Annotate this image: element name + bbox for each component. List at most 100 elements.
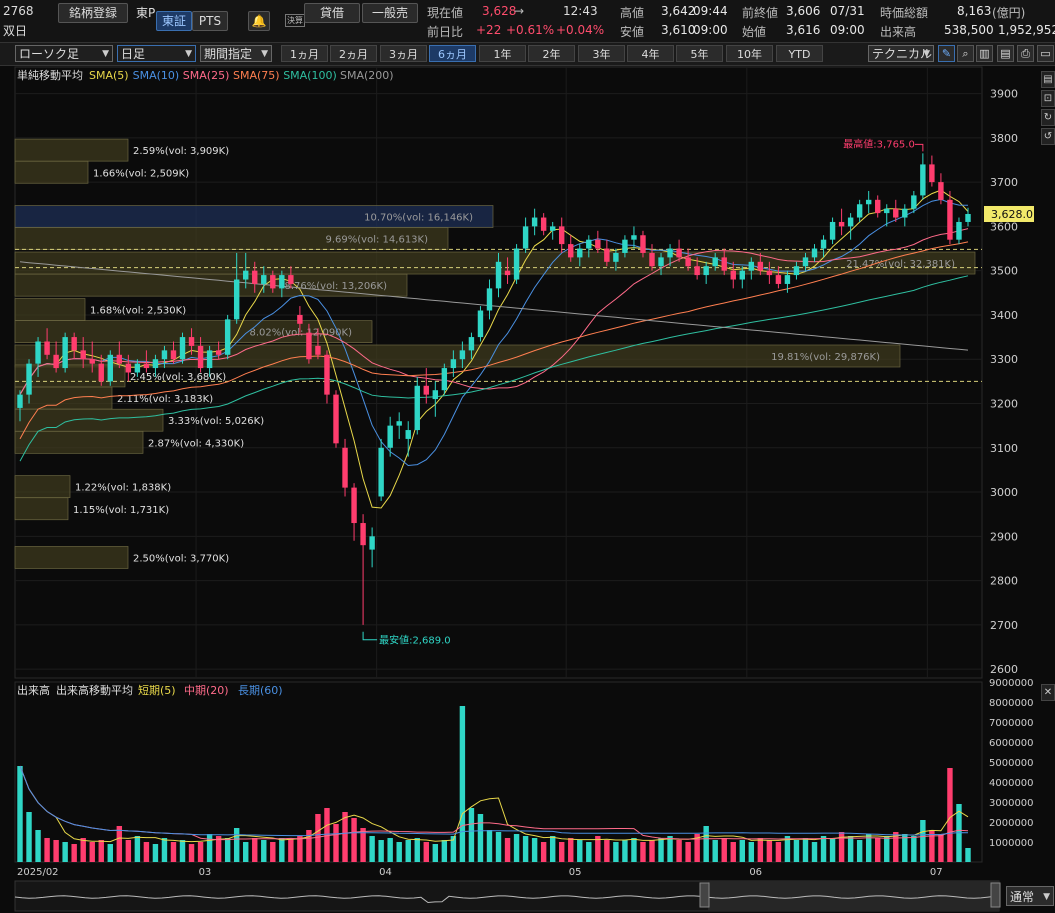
chart-type-select[interactable]: ローソク足 ▼ — [15, 45, 113, 62]
price-axis: 2600 2700 2800 2900 3000 3100 3200 3300 3400 3500… — [990, 88, 1018, 677]
candle-body — [965, 213, 971, 222]
candle-body — [270, 275, 276, 289]
candle-body — [450, 359, 457, 369]
register-button[interactable]: 銘柄登録 — [58, 3, 128, 23]
volume-bar — [748, 842, 755, 862]
quote-time: 12:43 — [563, 4, 598, 18]
print-icon[interactable]: ⎙ — [1017, 45, 1034, 62]
volume-ma-title: 出来高移動平均 — [56, 683, 133, 697]
period-button[interactable]: 3年 — [578, 45, 625, 62]
market-label: 東P — [136, 6, 156, 20]
candle-body — [947, 199, 953, 240]
volume-bar — [89, 842, 95, 862]
period-button[interactable]: 2年 — [528, 45, 575, 62]
folder-icon[interactable]: ▭ — [1037, 45, 1054, 62]
draw-pencil-icon[interactable]: ✎ — [938, 45, 955, 62]
candle-body — [802, 257, 809, 267]
candle-body — [215, 350, 222, 355]
chevron-down-icon: ▼ — [1043, 892, 1050, 902]
chevron-down-icon: ▼ — [185, 49, 192, 59]
mode-select[interactable]: 通常 ▼ — [1006, 886, 1054, 906]
period-button[interactable]: 6ヵ月 — [429, 45, 476, 62]
volume-bar — [125, 840, 132, 862]
price-tick-label: 2700 — [990, 619, 1018, 632]
stock-name: 双日 — [3, 24, 28, 38]
volume-bar — [613, 842, 619, 862]
period-button[interactable]: 4年 — [627, 45, 674, 62]
volume-profile-bar — [14, 298, 86, 321]
volume-bar — [468, 808, 475, 862]
candle-body — [26, 363, 32, 395]
chart-settings-icon[interactable]: ▥ — [976, 45, 993, 62]
candle-body — [306, 332, 312, 360]
volume-profile-label: 2.87%(vol: 4,330K) — [148, 438, 244, 449]
trend-arrow-icon: → — [514, 4, 525, 18]
volume-tick-label: 4000000 — [989, 778, 1034, 789]
volume-tick-label: 7000000 — [989, 718, 1034, 729]
candle-body — [152, 359, 159, 369]
volume-bar — [640, 842, 646, 862]
volume-profile-label: 1.22%(vol: 1,838K) — [75, 483, 171, 494]
volume-profile: 2.59%(vol: 3,909K) 1.66%(vol: 2,509K) 10.7… — [14, 138, 976, 569]
volume-bar — [71, 844, 77, 862]
general-sell-button[interactable]: 一般売 — [362, 3, 418, 23]
price-tick-label: 2800 — [990, 575, 1018, 588]
candle-body — [838, 221, 845, 227]
zoom-icon[interactable]: ⌕ — [957, 45, 974, 62]
current-value: 3,628 — [482, 4, 517, 18]
credit-button[interactable]: 貸借 — [304, 3, 360, 23]
volume-bar — [622, 840, 628, 862]
period-button[interactable]: 3ヵ月 — [380, 45, 427, 62]
legend-item: SMA(10) — [133, 69, 180, 82]
volume-bar — [80, 838, 86, 862]
volume-bar — [513, 834, 520, 862]
volume-bar — [342, 812, 348, 862]
technical-select[interactable]: テクニカル ▼ — [868, 45, 934, 62]
turnover-value: 1,952,952 — [998, 23, 1055, 37]
navigator[interactable] — [14, 880, 1001, 912]
volume-bar — [143, 842, 150, 862]
candle-body — [333, 394, 339, 444]
candle-body — [847, 217, 854, 227]
candle-body — [170, 350, 177, 360]
candle-body — [676, 248, 682, 258]
legend-item: SMA(75) — [233, 69, 280, 82]
volume-bar — [333, 824, 339, 862]
candle-body — [143, 363, 150, 369]
candle-body — [595, 239, 601, 249]
period-select[interactable]: 期間指定 ▼ — [200, 45, 272, 62]
period-button[interactable]: 2ヵ月 — [330, 45, 377, 62]
volume-bar — [730, 842, 736, 862]
volume-bar — [351, 818, 357, 862]
price-tick-label: 3200 — [990, 397, 1018, 410]
candle-body — [423, 385, 429, 395]
volume-label: 出来高 — [880, 25, 917, 39]
period-button[interactable]: YTD — [776, 45, 823, 62]
period-button[interactable]: 5年 — [676, 45, 723, 62]
period-button[interactable]: 1ヵ月 — [281, 45, 328, 62]
candle-body — [279, 275, 285, 289]
candle-body — [531, 217, 538, 227]
candle-body — [856, 204, 863, 218]
volume-bar — [658, 838, 664, 862]
candle-body — [721, 257, 727, 271]
volume-bar — [387, 838, 393, 862]
current-label: 現在値 — [427, 6, 464, 20]
volume-value: 538,500 — [944, 23, 994, 37]
candle-body — [540, 217, 547, 231]
bell-icon[interactable]: 🔔 — [248, 11, 270, 31]
tab-pts[interactable]: PTS — [192, 11, 228, 31]
tab-tse[interactable]: 東証 — [156, 11, 192, 31]
candle-body — [324, 354, 330, 395]
candle-body — [793, 266, 800, 276]
save-icon[interactable]: ▤ — [997, 45, 1014, 62]
period-button[interactable]: 10年 — [726, 45, 773, 62]
volume-bar — [549, 836, 556, 862]
interval-select[interactable]: 日足 ▼ — [117, 45, 196, 62]
volume-bar — [261, 840, 267, 862]
price-tick-label: 3700 — [990, 176, 1018, 189]
candle-body — [80, 350, 86, 360]
volume-bar — [161, 838, 168, 862]
volume-bar — [369, 836, 375, 862]
period-button[interactable]: 1年 — [479, 45, 526, 62]
